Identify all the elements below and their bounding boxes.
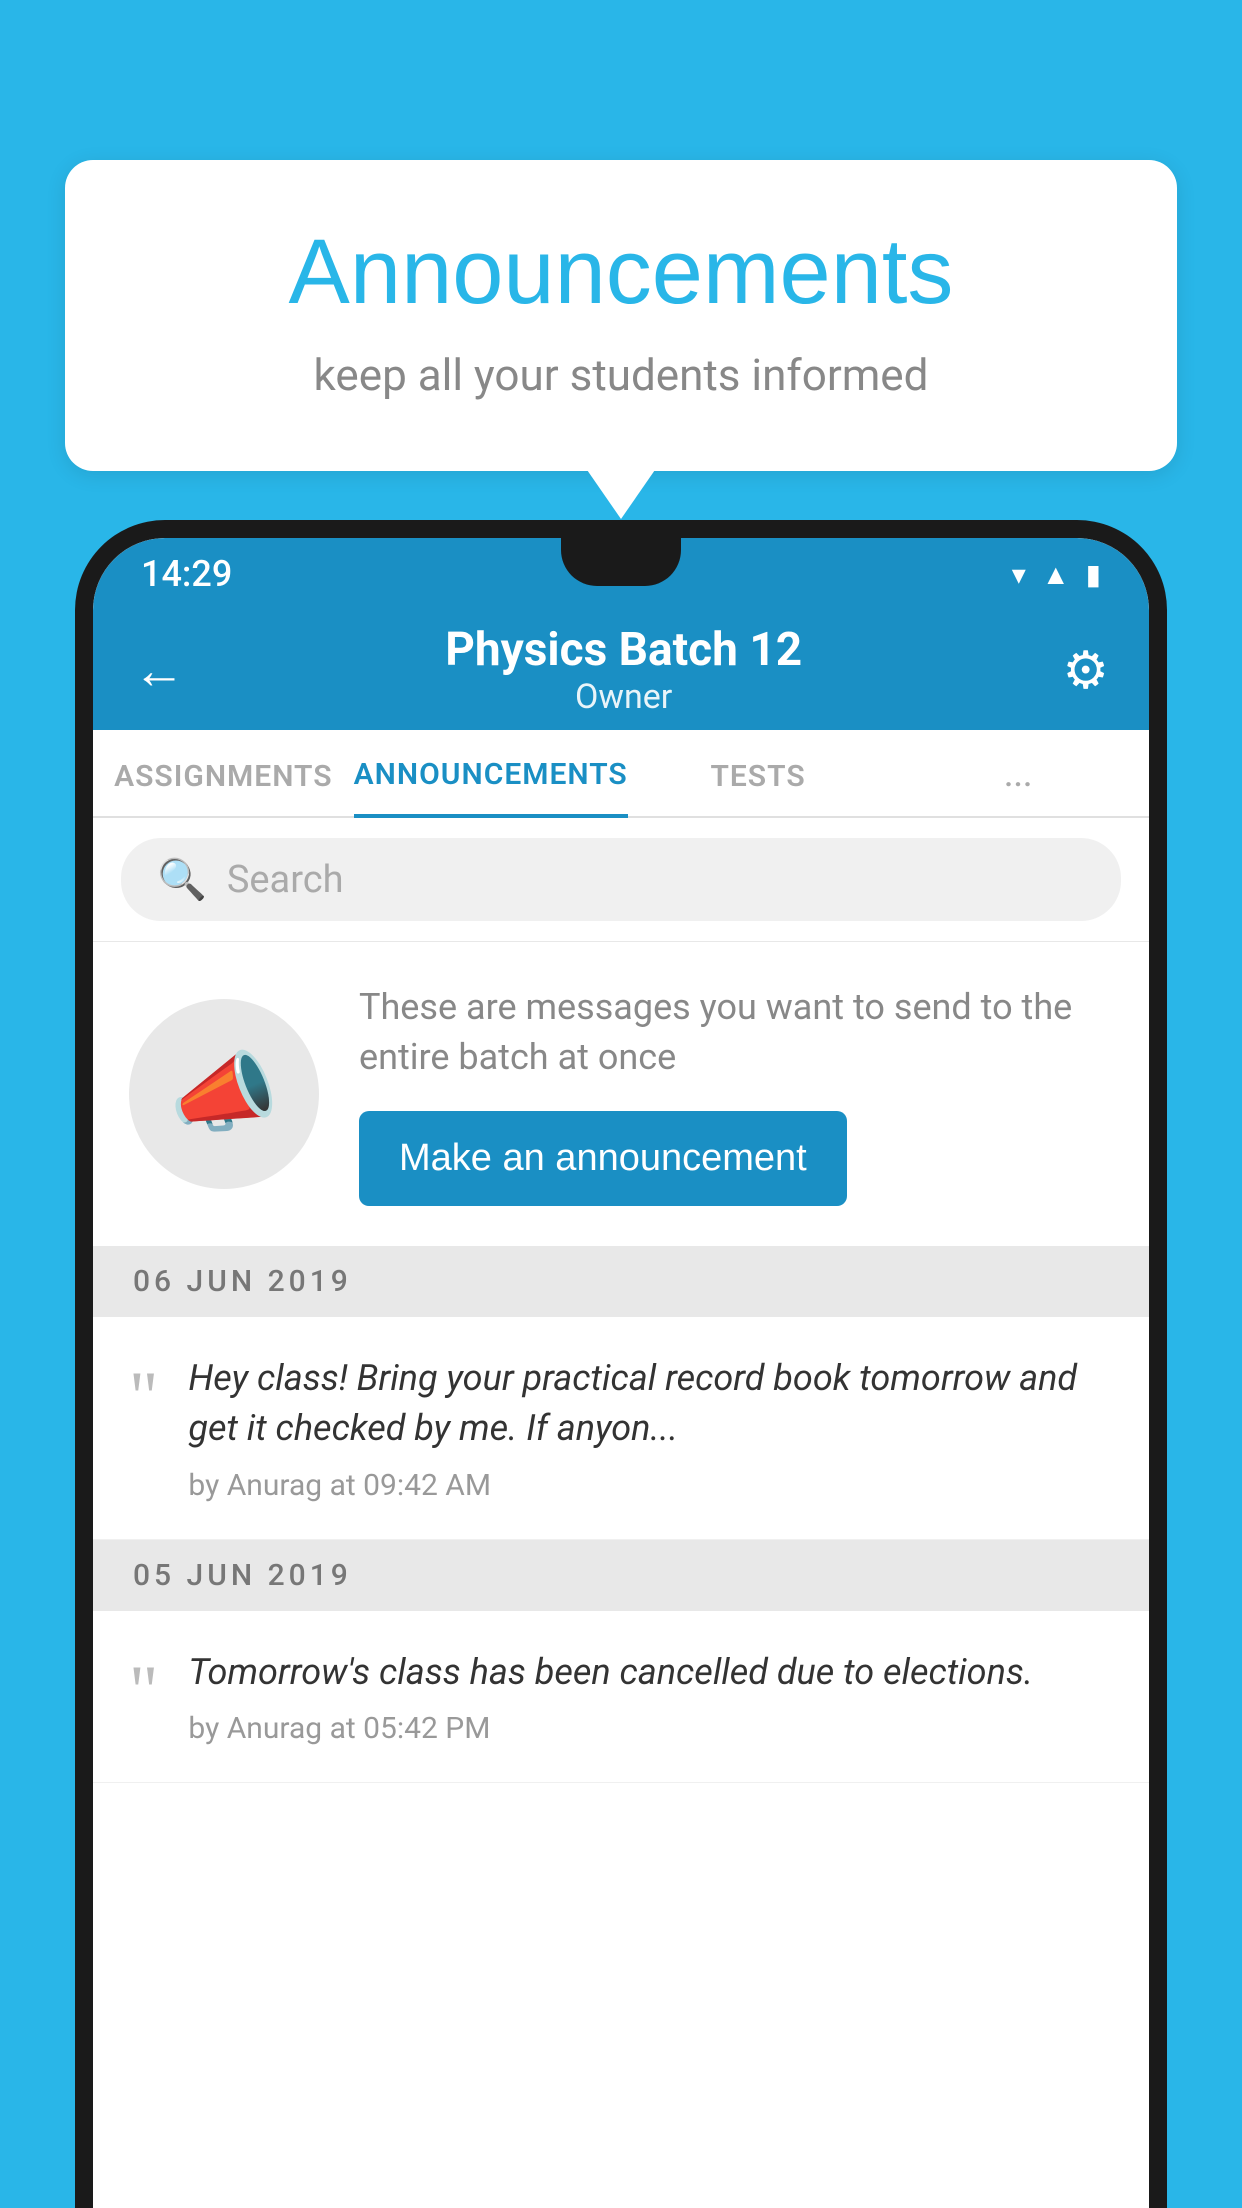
header-title: Physics Batch 12 — [445, 623, 802, 677]
wifi-icon: ▾ — [1012, 558, 1026, 591]
battery-icon: ▮ — [1086, 558, 1101, 591]
announcement-text-2: Tomorrow's class has been cancelled due … — [188, 1647, 1113, 1697]
tab-announcements[interactable]: ANNOUNCEMENTS — [354, 757, 628, 818]
announcement-content-1: Hey class! Bring your practical record b… — [188, 1353, 1113, 1503]
tabs-container: ASSIGNMENTS ANNOUNCEMENTS TESTS ... — [93, 730, 1149, 818]
speech-bubble-section: Announcements keep all your students inf… — [65, 160, 1177, 471]
bubble-title: Announcements — [145, 220, 1097, 325]
tab-assignments[interactable]: ASSIGNMENTS — [93, 759, 354, 816]
search-bar[interactable]: 🔍 Search — [121, 838, 1121, 921]
back-button[interactable]: ← — [133, 640, 185, 701]
announcement-icon-circle: 📣 — [129, 999, 319, 1189]
announcement-prompt: 📣 These are messages you want to send to… — [93, 941, 1149, 1246]
announcement-meta-2: by Anurag at 05:42 PM — [188, 1711, 1113, 1746]
search-icon: 🔍 — [157, 856, 207, 903]
status-bar: 14:29 ▾ ▲ ▮ — [93, 538, 1149, 610]
search-placeholder: Search — [227, 858, 344, 902]
search-bar-container: 🔍 Search — [93, 818, 1149, 941]
announcement-content-2: Tomorrow's class has been cancelled due … — [188, 1647, 1113, 1746]
tab-tests[interactable]: TESTS — [628, 759, 889, 816]
announcement-item-1: " Hey class! Bring your practical record… — [93, 1317, 1149, 1540]
header-center: Physics Batch 12 Owner — [445, 623, 802, 717]
phone-inner: 14:29 ▾ ▲ ▮ ← Physics Batch 12 Owner ⚙ A… — [93, 538, 1149, 2208]
bubble-subtitle: keep all your students informed — [145, 349, 1097, 401]
date-separator-2: 05 JUN 2019 — [93, 1540, 1149, 1611]
settings-icon[interactable]: ⚙ — [1062, 640, 1109, 701]
quote-icon-2: " — [129, 1655, 158, 1746]
content-area: 🔍 Search 📣 These are messages you want t… — [93, 818, 1149, 1783]
status-time: 14:29 — [141, 553, 232, 595]
date-separator-1: 06 JUN 2019 — [93, 1246, 1149, 1317]
announcement-description: These are messages you want to send to t… — [359, 982, 1113, 1083]
announcement-item-2: " Tomorrow's class has been cancelled du… — [93, 1611, 1149, 1783]
signal-icon: ▲ — [1042, 558, 1070, 591]
speech-bubble-card: Announcements keep all your students inf… — [65, 160, 1177, 471]
announcement-right: These are messages you want to send to t… — [359, 982, 1113, 1206]
make-announcement-button[interactable]: Make an announcement — [359, 1111, 847, 1206]
notch — [561, 538, 681, 586]
announcement-text-1: Hey class! Bring your practical record b… — [188, 1353, 1113, 1454]
status-icons: ▾ ▲ ▮ — [1012, 558, 1101, 591]
megaphone-icon: 📣 — [169, 1042, 279, 1145]
phone-frame: 14:29 ▾ ▲ ▮ ← Physics Batch 12 Owner ⚙ A… — [75, 520, 1167, 2208]
app-header: ← Physics Batch 12 Owner ⚙ — [93, 610, 1149, 730]
quote-icon-1: " — [129, 1361, 158, 1503]
announcement-meta-1: by Anurag at 09:42 AM — [188, 1468, 1113, 1503]
header-subtitle: Owner — [445, 677, 802, 717]
tab-more[interactable]: ... — [888, 759, 1149, 816]
